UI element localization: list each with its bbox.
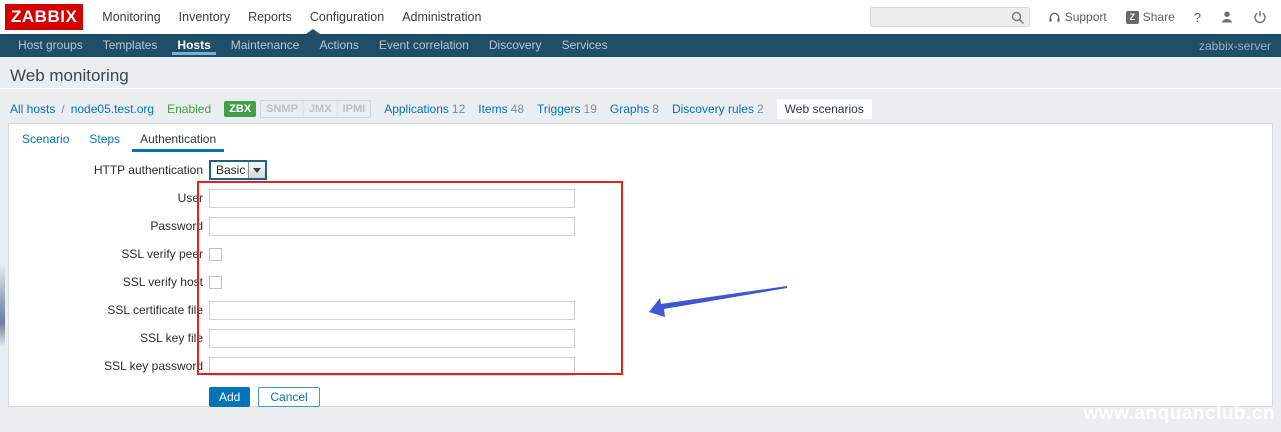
chevron-down-icon <box>253 168 261 173</box>
crumb-triggers: Triggers19 <box>537 102 597 116</box>
subnav-item-discovery[interactable]: Discovery <box>479 34 552 57</box>
form-row-ssl-key-file: SSL key file <box>9 324 1272 352</box>
form-tabs: Scenario Steps Authentication <box>9 124 1272 152</box>
crumb-graphs: Graphs8 <box>610 102 659 116</box>
crumb-web-scenarios[interactable]: Web scenarios <box>777 99 872 119</box>
web-scenario-form-panel: Scenario Steps Authentication HTTP authe… <box>8 123 1273 407</box>
active-subnav-underline <box>172 52 215 55</box>
page-header-band: Web monitoring <box>0 57 1281 89</box>
search-input[interactable] <box>871 8 1029 26</box>
form-row-http-authentication: HTTP authentication Basic <box>9 156 1272 184</box>
crumb-discovery-rules: Discovery rules2 <box>672 102 764 116</box>
ssl-verify-host-label: SSL verify host <box>9 275 203 289</box>
user-field[interactable] <box>209 189 575 208</box>
select-dropdown-button[interactable] <box>248 162 265 178</box>
crumb-applications: Applications12 <box>384 102 465 116</box>
crumb-items: Items48 <box>478 102 524 116</box>
share-z-icon: Z <box>1126 11 1139 24</box>
search-icon[interactable] <box>1011 11 1025 25</box>
support-label: Support <box>1065 10 1107 24</box>
ssl-verify-host-checkbox[interactable] <box>209 276 222 289</box>
share-link[interactable]: Z Share <box>1126 10 1175 24</box>
user-label: User <box>9 191 203 205</box>
breadcrumb-separator: / <box>61 102 64 116</box>
authentication-form: HTTP authentication Basic User Password … <box>9 156 1272 407</box>
breadcrumb-all-hosts[interactable]: All hosts <box>10 102 55 116</box>
form-row-ssl-verify-peer: SSL verify peer <box>9 240 1272 268</box>
ssl-certificate-file-field[interactable] <box>209 301 575 320</box>
page-title: Web monitoring <box>10 66 1281 86</box>
snmp-badge: SNMP <box>261 101 303 117</box>
form-row-password: Password <box>9 212 1272 240</box>
form-row-ssl-key-password: SSL key password <box>9 352 1272 380</box>
inactive-interface-badges: SNMP JMX IPMI <box>260 100 371 118</box>
config-sub-nav: Host groups Templates Hosts Maintenance … <box>0 34 1281 57</box>
subnav-item-host-groups[interactable]: Host groups <box>8 34 93 57</box>
menu-item-inventory[interactable]: Inventory <box>170 0 239 34</box>
share-label: Share <box>1143 10 1175 24</box>
cancel-button[interactable]: Cancel <box>258 387 319 407</box>
zbx-badge: ZBX <box>224 101 256 117</box>
http-authentication-label: HTTP authentication <box>9 163 203 177</box>
ipmi-badge: IPMI <box>337 101 371 117</box>
ssl-verify-peer-label: SSL verify peer <box>9 247 203 261</box>
breadcrumb-host[interactable]: node05.test.org <box>71 102 154 116</box>
ssl-key-file-label: SSL key file <box>9 331 203 345</box>
ssl-verify-peer-checkbox[interactable] <box>209 248 222 261</box>
support-link[interactable]: Support <box>1048 10 1107 24</box>
subnav-item-hosts[interactable]: Hosts <box>167 34 220 57</box>
host-path: All hosts / node05.test.org <box>10 102 154 116</box>
power-icon[interactable] <box>1253 10 1267 24</box>
ssl-key-password-label: SSL key password <box>9 359 203 373</box>
server-name-label: zabbix-server <box>1199 39 1281 53</box>
form-row-user: User <box>9 184 1272 212</box>
add-button[interactable]: Add <box>209 387 250 407</box>
password-label: Password <box>9 219 203 233</box>
subnav-item-event-correlation[interactable]: Event correlation <box>369 34 479 57</box>
tab-steps[interactable]: Steps <box>81 132 128 152</box>
top-icon-cluster: Support Z Share ? <box>1048 10 1267 25</box>
ssl-key-file-field[interactable] <box>209 329 575 348</box>
menu-item-monitoring[interactable]: Monitoring <box>93 0 169 34</box>
form-row-ssl-verify-host: SSL verify host <box>9 268 1272 296</box>
left-edge-watermark-artifact <box>0 263 5 347</box>
global-search[interactable] <box>870 7 1030 27</box>
menu-item-administration[interactable]: Administration <box>393 0 490 34</box>
help-icon[interactable]: ? <box>1194 10 1201 25</box>
tab-scenario[interactable]: Scenario <box>14 132 77 152</box>
breadcrumb: All hosts / node05.test.org Enabled ZBX … <box>10 96 872 121</box>
ssl-certificate-file-label: SSL certificate file <box>9 303 203 317</box>
form-row-ssl-certificate-file: SSL certificate file <box>9 296 1272 324</box>
jmx-badge: JMX <box>303 101 337 117</box>
headset-icon <box>1048 11 1061 24</box>
tab-authentication[interactable]: Authentication <box>132 132 224 152</box>
subnav-item-actions[interactable]: Actions <box>309 34 368 57</box>
user-icon[interactable] <box>1220 10 1234 24</box>
interface-badges: ZBX SNMP JMX IPMI <box>224 100 371 118</box>
subnav-item-services[interactable]: Services <box>552 34 618 57</box>
host-status-label[interactable]: Enabled <box>167 102 211 116</box>
password-field[interactable] <box>209 217 575 236</box>
subnav-item-maintenance[interactable]: Maintenance <box>221 34 310 57</box>
top-bar: ZABBIX Monitoring Inventory Reports Conf… <box>0 0 1281 34</box>
zabbix-logo[interactable]: ZABBIX <box>5 4 83 30</box>
selected-option-label: Basic <box>211 162 248 178</box>
http-authentication-select[interactable]: Basic <box>209 160 267 180</box>
ssl-key-password-field[interactable] <box>209 357 575 376</box>
subnav-item-templates[interactable]: Templates <box>93 34 168 57</box>
menu-item-reports[interactable]: Reports <box>239 0 301 34</box>
form-buttons: Add Cancel <box>209 387 1272 407</box>
main-menu: Monitoring Inventory Reports Configurati… <box>93 0 490 34</box>
